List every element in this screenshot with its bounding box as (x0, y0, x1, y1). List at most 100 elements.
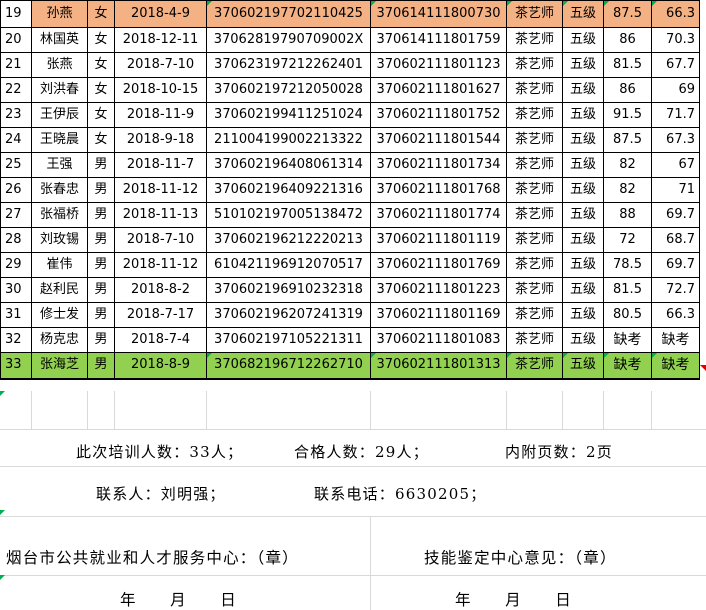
id-number-cell[interactable]: 211004199002213322 (206, 127, 371, 153)
certificate-number-cell[interactable]: 370602111801169 (370, 302, 507, 328)
date-cell[interactable]: 2018-4-9 (114, 0, 207, 28)
occupation-cell[interactable]: 茶艺师 (506, 177, 563, 203)
level-cell[interactable]: 五级 (562, 227, 604, 253)
row-number[interactable]: 21 (0, 52, 32, 78)
gender-cell[interactable]: 男 (87, 202, 115, 228)
practical-score-cell[interactable]: 69.7 (651, 252, 700, 278)
id-number-cell[interactable]: 37062819790709002X (206, 27, 371, 53)
practical-score-cell[interactable]: 69 (651, 77, 700, 103)
row-number[interactable]: 22 (0, 77, 32, 103)
certificate-number-cell[interactable]: 370602111801769 (370, 252, 507, 278)
level-cell[interactable]: 五级 (562, 77, 604, 103)
certificate-number-cell[interactable]: 370602111801119 (370, 227, 507, 253)
row-number[interactable]: 19 (0, 0, 32, 28)
row-number[interactable]: 30 (0, 277, 32, 303)
gender-cell[interactable]: 女 (87, 127, 115, 153)
gender-cell[interactable]: 男 (87, 177, 115, 203)
row-number[interactable]: 20 (0, 27, 32, 53)
row-number[interactable]: 28 (0, 227, 32, 253)
occupation-cell[interactable]: 茶艺师 (506, 77, 563, 103)
row-number[interactable]: 23 (0, 102, 32, 128)
theory-score-cell[interactable]: 82 (603, 152, 652, 178)
date-cell[interactable]: 2018-12-11 (114, 27, 207, 53)
date-cell[interactable]: 2018-9-18 (114, 127, 207, 153)
id-number-cell[interactable]: 370602197212050028 (206, 77, 371, 103)
certificate-number-cell[interactable]: 370602111801083 (370, 327, 507, 353)
occupation-cell[interactable]: 茶艺师 (506, 52, 563, 78)
name-cell[interactable]: 修士发 (31, 302, 88, 328)
date-cell[interactable]: 2018-11-12 (114, 252, 207, 278)
occupation-cell[interactable]: 茶艺师 (506, 202, 563, 228)
level-cell[interactable]: 五级 (562, 202, 604, 228)
id-number-cell[interactable]: 370602196910232318 (206, 277, 371, 303)
certificate-number-cell[interactable]: 370602111801313 (370, 352, 507, 380)
occupation-cell[interactable]: 茶艺师 (506, 102, 563, 128)
certificate-number-cell[interactable]: 370614111801759 (370, 27, 507, 53)
level-cell[interactable]: 五级 (562, 27, 604, 53)
row-number[interactable]: 26 (0, 177, 32, 203)
theory-score-cell[interactable]: 82 (603, 177, 652, 203)
id-number-cell[interactable]: 510102197005138472 (206, 202, 371, 228)
name-cell[interactable]: 赵利民 (31, 277, 88, 303)
occupation-cell[interactable]: 茶艺师 (506, 302, 563, 328)
row-number[interactable]: 29 (0, 252, 32, 278)
level-cell[interactable]: 五级 (562, 177, 604, 203)
practical-score-cell[interactable]: 71 (651, 177, 700, 203)
occupation-cell[interactable]: 茶艺师 (506, 277, 563, 303)
name-cell[interactable]: 杨克忠 (31, 327, 88, 353)
practical-score-cell[interactable]: 67.7 (651, 52, 700, 78)
level-cell[interactable]: 五级 (562, 352, 604, 380)
occupation-cell[interactable]: 茶艺师 (506, 152, 563, 178)
id-number-cell[interactable]: 370602197702110425 (206, 0, 371, 28)
certificate-number-cell[interactable]: 370602111801123 (370, 52, 507, 78)
date-cell[interactable]: 2018-8-9 (114, 352, 207, 380)
level-cell[interactable]: 五级 (562, 277, 604, 303)
certificate-number-cell[interactable]: 370602111801768 (370, 177, 507, 203)
theory-score-cell[interactable]: 86 (603, 77, 652, 103)
occupation-cell[interactable]: 茶艺师 (506, 227, 563, 253)
gender-cell[interactable]: 男 (87, 277, 115, 303)
date-cell[interactable]: 2018-11-13 (114, 202, 207, 228)
id-number-cell[interactable]: 370602196409221316 (206, 177, 371, 203)
name-cell[interactable]: 张海芝 (31, 352, 88, 380)
level-cell[interactable]: 五级 (562, 102, 604, 128)
theory-score-cell[interactable]: 81.5 (603, 52, 652, 78)
name-cell[interactable]: 崔伟 (31, 252, 88, 278)
certificate-number-cell[interactable]: 370602111801774 (370, 202, 507, 228)
name-cell[interactable]: 刘玫锡 (31, 227, 88, 253)
level-cell[interactable]: 五级 (562, 152, 604, 178)
certificate-number-cell[interactable]: 370602111801223 (370, 277, 507, 303)
theory-score-cell[interactable]: 78.5 (603, 252, 652, 278)
occupation-cell[interactable]: 茶艺师 (506, 127, 563, 153)
theory-score-cell[interactable]: 91.5 (603, 102, 652, 128)
practical-score-cell[interactable]: 缺考 (651, 327, 700, 353)
date-cell[interactable]: 2018-7-10 (114, 227, 207, 253)
theory-score-cell[interactable]: 86 (603, 27, 652, 53)
gender-cell[interactable]: 男 (87, 327, 115, 353)
practical-score-cell[interactable]: 67 (651, 152, 700, 178)
name-cell[interactable]: 王晓晨 (31, 127, 88, 153)
gender-cell[interactable]: 女 (87, 27, 115, 53)
name-cell[interactable]: 张春忠 (31, 177, 88, 203)
level-cell[interactable]: 五级 (562, 0, 604, 28)
practical-score-cell[interactable]: 69.7 (651, 202, 700, 228)
theory-score-cell[interactable]: 80.5 (603, 302, 652, 328)
occupation-cell[interactable]: 茶艺师 (506, 327, 563, 353)
row-number[interactable]: 32 (0, 327, 32, 353)
gender-cell[interactable]: 男 (87, 302, 115, 328)
name-cell[interactable]: 林国英 (31, 27, 88, 53)
id-number-cell[interactable]: 370602196207241319 (206, 302, 371, 328)
level-cell[interactable]: 五级 (562, 252, 604, 278)
occupation-cell[interactable]: 茶艺师 (506, 27, 563, 53)
id-number-cell[interactable]: 370682196712262710 (206, 352, 371, 380)
name-cell[interactable]: 张福桥 (31, 202, 88, 228)
date-cell[interactable]: 2018-7-10 (114, 52, 207, 78)
name-cell[interactable]: 张燕 (31, 52, 88, 78)
occupation-cell[interactable]: 茶艺师 (506, 352, 563, 380)
date-cell[interactable]: 2018-10-15 (114, 77, 207, 103)
theory-score-cell[interactable]: 81.5 (603, 277, 652, 303)
level-cell[interactable]: 五级 (562, 52, 604, 78)
practical-score-cell[interactable]: 缺考 (651, 352, 700, 380)
gender-cell[interactable]: 女 (87, 52, 115, 78)
certificate-number-cell[interactable]: 370602111801734 (370, 152, 507, 178)
